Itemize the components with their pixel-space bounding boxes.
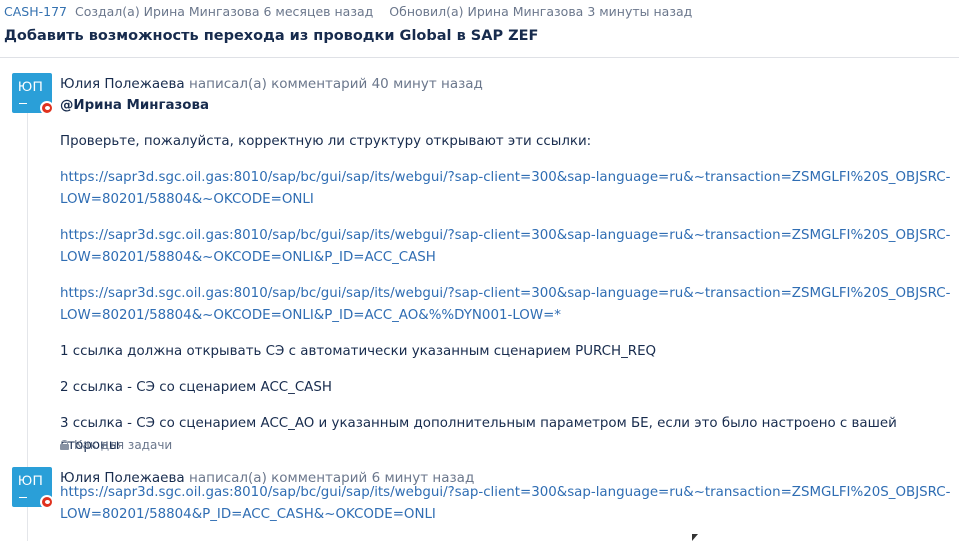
avatar[interactable]: ЮП [12,73,54,115]
issue-header: CASH-177 Создал(а) Ирина Мингазова 6 меся… [0,0,959,58]
comment-note-1: 1 ссылка должна открывать СЭ с автоматич… [60,344,657,359]
status-badge-icon [40,101,54,115]
avatar-initials: ЮП [18,78,44,94]
updated-info: Обновил(а) Ирина Мингазова 3 минуты наза… [389,4,693,19]
lock-icon [60,440,69,450]
avatar-dash [19,103,27,104]
comment-body: @Ирина Мингазова Проверьте, пожалуйста, … [60,95,955,471]
comment-note-2: 2 ссылка - СЭ со сценарием ACC_CASH [60,380,332,395]
sap-link-2[interactable]: https://sapr3d.sgc.oil.gas:8010/sap/bc/g… [60,225,955,269]
sap-link-1[interactable]: https://sapr3d.sgc.oil.gas:8010/sap/bc/g… [60,482,955,526]
visibility-restriction[interactable]: Как для задачи [60,438,172,452]
sap-link-1[interactable]: https://sapr3d.sgc.oil.gas:8010/sap/bc/g… [60,167,955,211]
issue-key-link[interactable]: CASH-177 [4,4,67,19]
sap-link-3[interactable]: https://sapr3d.sgc.oil.gas:8010/sap/bc/g… [60,283,955,327]
comment-note-3: 3 ссылка - СЭ со сценарием ACC_AO и указ… [60,416,897,453]
comment-action: написал(а) комментарий 40 минут назад [189,76,483,92]
comment-body: https://sapr3d.sgc.oil.gas:8010/sap/bc/g… [60,482,955,540]
status-badge-icon [40,495,54,509]
restriction-label: Как для задачи [74,438,173,452]
mouse-cursor-icon [692,534,698,541]
issue-title: Добавить возможность перехода из проводк… [4,28,539,44]
comment-intro: Проверьте, пожалуйста, корректную ли стр… [60,134,592,149]
created-info: Создал(а) Ирина Мингазова 6 месяцев наза… [74,4,374,19]
header-divider [0,57,959,58]
comment-header: Юлия Полежаева написал(а) комментарий 40… [60,76,483,92]
avatar[interactable]: ЮП [12,467,54,509]
avatar-initials: ЮП [18,472,44,488]
issue-meta: CASH-177 Создал(а) Ирина Мингазова 6 меся… [4,4,692,19]
avatar-dash [19,497,27,498]
comment-author-link[interactable]: Юлия Полежаева [60,76,185,92]
user-mention-link[interactable]: @Ирина Мингазова [60,95,955,117]
